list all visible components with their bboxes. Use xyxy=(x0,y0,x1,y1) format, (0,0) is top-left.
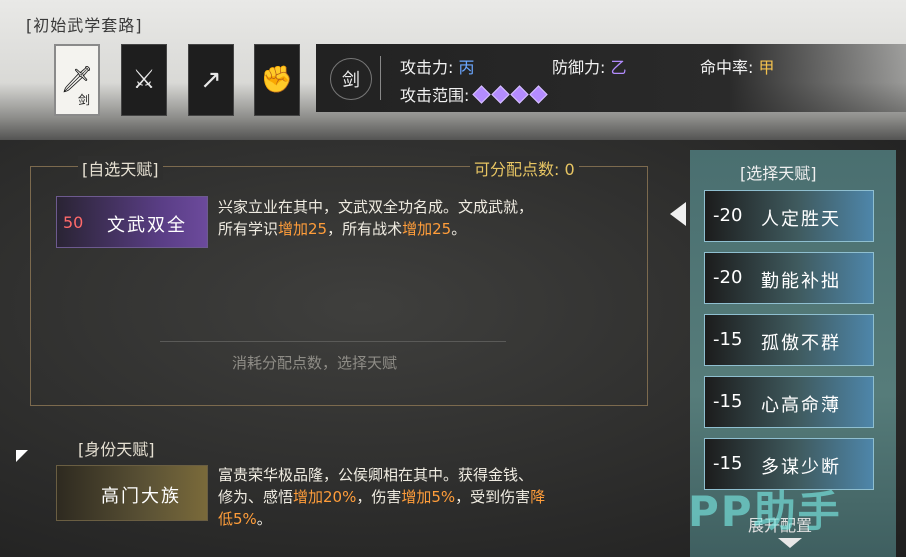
selected-talent-name: 文武双全 xyxy=(107,215,187,236)
weapon-tab-blade[interactable]: ⚔ xyxy=(121,44,167,116)
range-diamond-icon xyxy=(490,85,510,104)
talent-option-cost: -15 xyxy=(713,391,743,412)
talent-option[interactable]: -15 心高命薄 xyxy=(704,376,874,428)
selected-talent-cost: 50 xyxy=(63,213,84,232)
desc-text: ，伤害 xyxy=(356,488,402,506)
desc-line: 兴家立业在其中，文武双全功名成。文成武就， xyxy=(218,198,534,216)
custom-talent-title: [自选天赋] xyxy=(78,156,163,180)
desc-text: 修为、感悟 xyxy=(218,488,294,506)
hit-grade: 甲 xyxy=(758,58,775,77)
weapon-tab-fist[interactable]: ✊ xyxy=(254,44,300,116)
hit-label: 命中率: xyxy=(700,58,754,77)
range-stat: 攻击范围: xyxy=(400,82,551,106)
desc-text: ，受到伤害 xyxy=(455,488,531,506)
desc-line: 低5%。 xyxy=(218,508,638,530)
selected-talent-chip[interactable]: 50 文武双全 xyxy=(56,196,208,248)
spear-icon: ↗ xyxy=(200,65,222,95)
desc-text: 所有学识 xyxy=(218,220,279,238)
defense-grade: 乙 xyxy=(610,58,627,77)
desc-highlight: 增加20% xyxy=(293,488,357,506)
talent-option-name: 多谋少断 xyxy=(761,457,841,478)
range-label: 攻击范围: xyxy=(400,86,470,105)
desc-line: 所有学识增加25，所有战术增加25。 xyxy=(218,218,638,240)
desc-highlight: 增加5% xyxy=(401,488,456,506)
blade-icon: ⚔ xyxy=(132,65,156,95)
range-diamonds xyxy=(471,85,551,105)
desc-text: 。 xyxy=(451,220,467,238)
desc-line: 富贵荣华极品隆，公侯卿相在其中。获得金钱、 xyxy=(218,466,534,484)
defense-label: 防御力: xyxy=(552,58,606,77)
hint-divider xyxy=(160,341,506,342)
desc-highlight: 低5% xyxy=(218,510,257,528)
identity-talent-desc: 富贵荣华极品隆，公侯卿相在其中。获得金钱、 修为、感悟增加20%，伤害增加5%，… xyxy=(218,464,638,530)
talent-option-name: 人定胜天 xyxy=(761,209,841,230)
talent-option[interactable]: -20 人定胜天 xyxy=(704,190,874,242)
talent-option-name: 孤傲不群 xyxy=(761,333,841,354)
attack-label: 攻击力: xyxy=(400,58,454,77)
desc-line: 修为、感悟增加20%，伤害增加5%，受到伤害降 xyxy=(218,486,638,508)
desc-text: 。 xyxy=(256,510,272,528)
collapse-arrow-icon[interactable] xyxy=(670,202,686,226)
selected-talent-desc: 兴家立业在其中，文武双全功名成。文成武就， 所有学识增加25，所有战术增加25。 xyxy=(218,196,638,240)
talent-option-cost: -20 xyxy=(713,267,743,288)
talent-select-title: [选择天赋] xyxy=(740,164,817,183)
expand-arrow-icon[interactable] xyxy=(778,538,802,548)
points-available: 可分配点数: 0 xyxy=(470,156,579,180)
desc-highlight: 增加25 xyxy=(278,220,328,238)
talent-option-cost: -15 xyxy=(713,453,743,474)
watermark-logo: PP助手 xyxy=(688,487,842,536)
mouse-cursor-icon xyxy=(16,450,28,462)
range-diamond-icon xyxy=(528,85,548,104)
range-diamond-icon xyxy=(509,85,529,104)
identity-talent-name: 高门大族 xyxy=(101,486,181,507)
weapon-tab-sword[interactable]: 🗡 剑 xyxy=(54,44,100,116)
route-title: [初始武学套路] xyxy=(26,16,143,35)
hit-stat: 命中率: 甲 xyxy=(700,54,775,78)
identity-talent-title: [身份天赋] xyxy=(78,440,155,459)
attack-grade: 丙 xyxy=(458,58,475,77)
talent-option-cost: -15 xyxy=(713,329,743,350)
talent-hint: 消耗分配点数，选择天赋 xyxy=(232,354,398,372)
desc-highlight: 增加25 xyxy=(402,220,452,238)
talent-option-name: 心高命薄 xyxy=(761,395,841,416)
talent-option-cost: -20 xyxy=(713,205,743,226)
weapon-tab-spear[interactable]: ↗ xyxy=(188,44,234,116)
desc-text: ，所有战术 xyxy=(327,220,403,238)
weapon-tab-sub-label: 剑 xyxy=(77,93,90,107)
talent-option[interactable]: -20 勤能补拙 xyxy=(704,252,874,304)
desc-highlight: 降 xyxy=(530,488,546,506)
attack-stat: 攻击力: 丙 xyxy=(400,54,475,78)
range-diamond-icon xyxy=(471,85,491,104)
stats-divider xyxy=(380,56,381,100)
weapon-type-badge: 剑 xyxy=(330,58,372,100)
identity-talent-chip: 高门大族 xyxy=(56,465,208,521)
talent-option[interactable]: -15 孤傲不群 xyxy=(704,314,874,366)
defense-stat: 防御力: 乙 xyxy=(552,54,627,78)
weapon-stats-panel: 剑 攻击力: 丙 防御力: 乙 命中率: 甲 攻击范围: xyxy=(316,44,906,112)
talent-option-name: 勤能补拙 xyxy=(761,271,841,292)
fist-icon: ✊ xyxy=(260,65,294,95)
